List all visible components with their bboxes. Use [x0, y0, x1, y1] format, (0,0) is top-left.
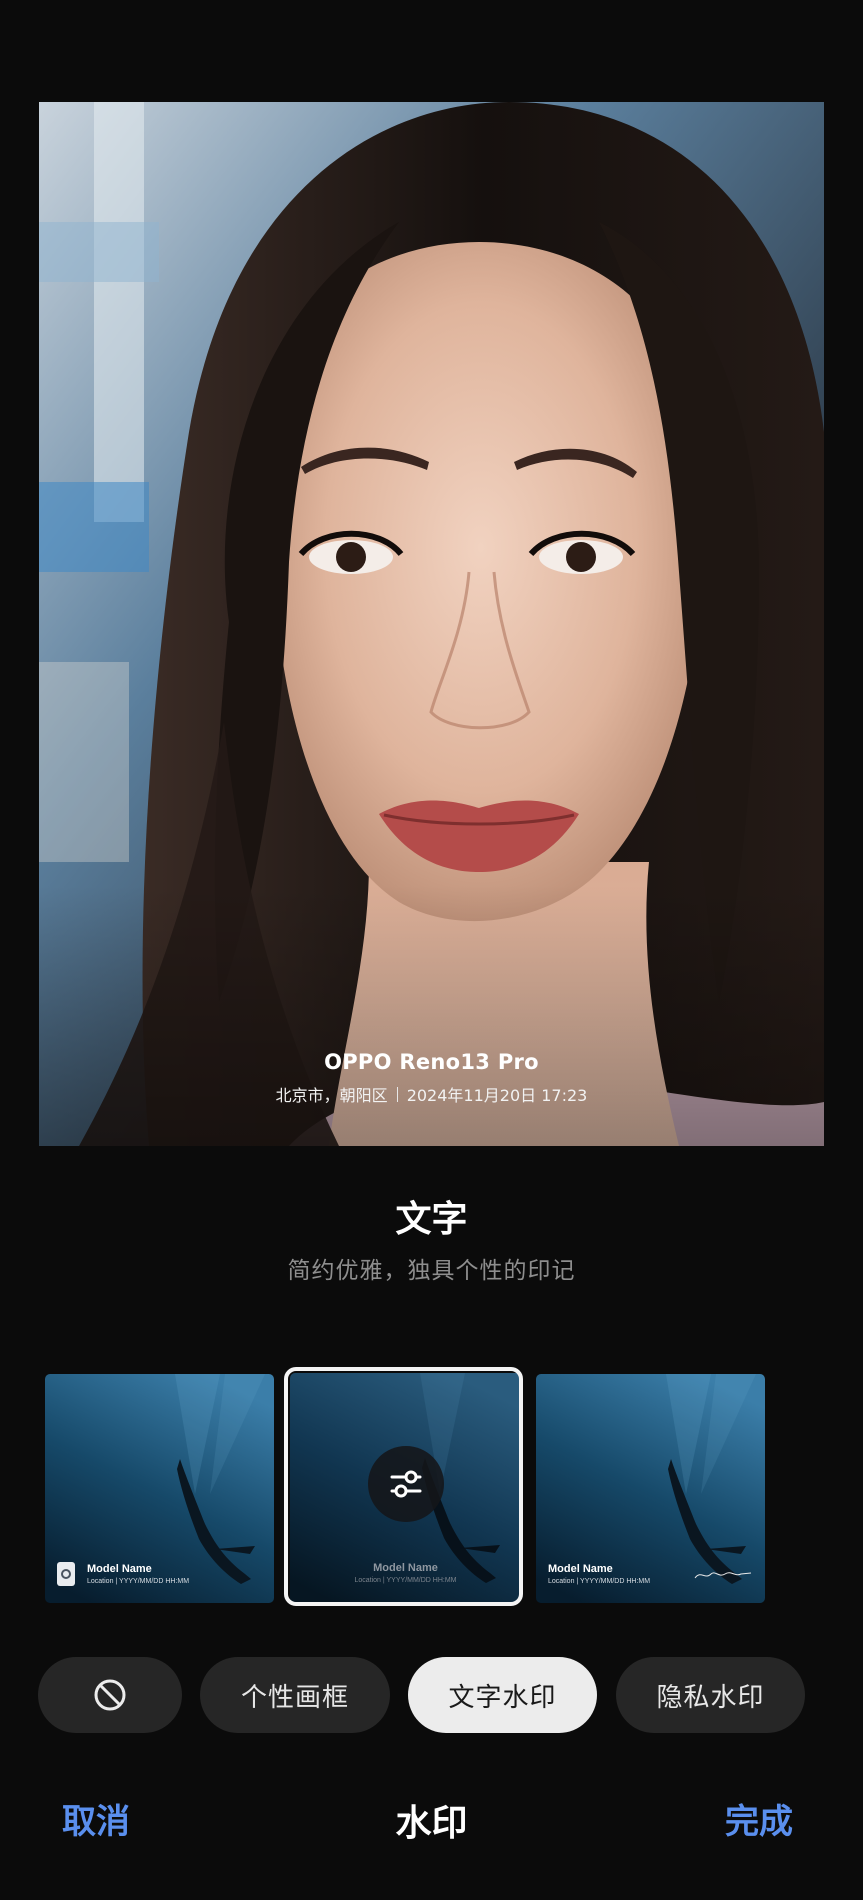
no-watermark-button[interactable] — [38, 1657, 182, 1733]
photo-preview: OPPO Reno13 Pro 北京市，朝阳区 2024年11月20日 17:2… — [39, 102, 824, 1146]
signature-icon — [694, 1572, 752, 1579]
watermark-editor-screen: OPPO Reno13 Pro 北京市，朝阳区 2024年11月20日 17:2… — [0, 0, 863, 1900]
thumbnail-model-text: Model Name — [87, 1563, 152, 1575]
watermark-thumbnail-1[interactable]: Model Name Location | YYYY/MM/DD HH:MM — [45, 1374, 274, 1603]
adjust-settings-button[interactable] — [368, 1446, 444, 1522]
thumbnail-meta-text: Location | YYYY/MM/DD HH:MM — [87, 1578, 190, 1585]
done-button[interactable]: 完成 — [725, 1794, 793, 1843]
privacy-watermark-tab[interactable]: 隐私水印 — [616, 1657, 805, 1733]
sliders-icon — [390, 1470, 422, 1498]
thumbnail-watermark: Model Name Location | YYYY/MM/DD HH:MM — [548, 1563, 650, 1585]
thumbnail-watermark: Model Name Location | YYYY/MM/DD HH:MM — [87, 1563, 189, 1585]
cancel-button[interactable]: 取消 — [62, 1794, 130, 1843]
photo-watermark: OPPO Reno13 Pro 北京市，朝阳区 2024年11月20日 17:2… — [39, 1050, 824, 1106]
portrait-photo — [39, 102, 824, 1146]
style-title: 文字 — [395, 1199, 468, 1240]
brand-logo-icon — [57, 1562, 75, 1586]
thumbnail-meta-text: Location | YYYY/MM/DD HH:MM — [548, 1578, 651, 1585]
style-description: 简约优雅，独具个性的印记 — [287, 1258, 576, 1284]
no-watermark-icon — [94, 1679, 126, 1711]
watermark-thumbnail-3[interactable]: Model Name Location | YYYY/MM/DD HH:MM — [536, 1374, 765, 1603]
watermark-meta: 北京市，朝阳区 2024年11月20日 17:23 — [39, 1082, 824, 1106]
text-watermark-tab[interactable]: 文字水印 — [408, 1657, 597, 1733]
watermark-divider — [396, 1086, 398, 1102]
watermark-location-text: 北京市，朝阳区 — [275, 1086, 388, 1105]
watermark-model-text: OPPO Reno13 Pro — [324, 1050, 539, 1074]
frame-watermark-tab[interactable]: 个性画框 — [200, 1657, 390, 1733]
thumbnail-model-text: Model Name — [548, 1563, 613, 1575]
watermark-datetime-text: 2024年11月20日 17:23 — [406, 1086, 588, 1105]
